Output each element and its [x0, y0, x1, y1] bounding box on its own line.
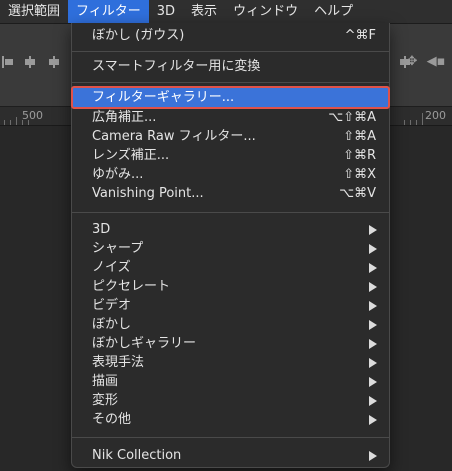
ruler-tick — [422, 113, 423, 125]
submenu-video[interactable]: ビデオ — [72, 296, 389, 315]
submenu-sharpen[interactable]: シャープ — [72, 239, 389, 258]
menu-item-liquify[interactable]: ゆがみ... ⇧⌘X — [72, 165, 389, 184]
menu-separator — [72, 437, 389, 438]
video-camera-icon[interactable]: ◀▪ — [427, 55, 446, 69]
menu-item-label: フィルターギャラリー... — [92, 90, 235, 105]
submenu-arrow-icon — [369, 396, 377, 406]
menu-item-label: ノイズ — [92, 260, 131, 275]
menu-item-label: レンズ補正... — [92, 148, 170, 163]
menu-item-shortcut: ⇧⌘X — [343, 167, 376, 182]
menu-view[interactable]: 表示 — [183, 0, 225, 23]
submenu-arrow-icon — [369, 320, 377, 330]
submenu-blur[interactable]: ぼかし — [72, 315, 389, 334]
menu-item-shortcut: ⇧⌘A — [343, 129, 376, 144]
submenu-arrow-icon — [369, 415, 377, 425]
menu-item-label: Nik Collection — [92, 448, 182, 463]
menu-window[interactable]: ウィンドウ — [225, 0, 306, 23]
submenu-3d[interactable]: 3D — [72, 220, 389, 239]
ruler-label-500: 500 — [22, 109, 43, 122]
submenu-nik-collection[interactable]: Nik Collection — [72, 446, 389, 465]
menu-help[interactable]: ヘルプ — [306, 0, 361, 23]
menu-item-label: ぼかし — [92, 317, 132, 332]
menu-item-label: スマートフィルター用に変換 — [92, 59, 261, 74]
menu-item-label: ぼかし (ガウス) — [92, 28, 185, 43]
submenu-pixelate[interactable]: ピクセレート — [72, 277, 389, 296]
ruler-tick — [410, 120, 411, 125]
submenu-stylize[interactable]: 表現手法 — [72, 353, 389, 372]
menu-item-vanishing-point[interactable]: Vanishing Point... ⌥⌘V — [72, 184, 389, 203]
menu-item-label: ゆがみ... — [92, 167, 144, 182]
ruler-tick — [16, 117, 17, 125]
menu-separator — [72, 82, 389, 83]
submenu-arrow-icon — [369, 377, 377, 387]
menu-item-label: ぼかしギャラリー — [92, 336, 197, 351]
photoshop-window: 選択範囲 フィルター 3D 表示 ウィンドウ ヘルプ ✥ ◀▪ 500 200 … — [0, 0, 452, 471]
ruler-tick — [4, 120, 5, 125]
menu-item-label: シャープ — [92, 241, 144, 256]
menu-item-label: Camera Raw フィルター... — [92, 129, 256, 144]
submenu-arrow-icon — [369, 451, 377, 461]
menu-item-lens-correction[interactable]: レンズ補正... ⇧⌘R — [72, 146, 389, 165]
menu-item-label: ピクセレート — [92, 279, 171, 294]
ruler-tick — [416, 120, 417, 125]
menu-item-label: 描画 — [92, 374, 119, 389]
menu-item-label: 広角補正... — [92, 110, 157, 125]
submenu-arrow-icon — [369, 263, 377, 273]
menu-item-last-filter[interactable]: ぼかし (ガウス) ^⌘F — [72, 26, 389, 45]
submenu-noise[interactable]: ノイズ — [72, 258, 389, 277]
menu-item-filter-gallery[interactable]: フィルターギャラリー... — [71, 86, 390, 109]
submenu-arrow-icon — [369, 225, 377, 235]
menu-item-label: ビデオ — [92, 298, 132, 313]
submenu-render[interactable]: 描画 — [72, 372, 389, 391]
menu-item-convert-smart-filter[interactable]: スマートフィルター用に変換 — [72, 57, 389, 76]
filter-menu-dropdown: ぼかし (ガウス) ^⌘F スマートフィルター用に変換 フィルターギャラリー..… — [71, 23, 390, 468]
menu-item-shortcut: ⌥⇧⌘A — [328, 110, 376, 125]
menu-item-label: Vanishing Point... — [92, 186, 204, 201]
align-center-icon[interactable] — [24, 55, 36, 69]
submenu-arrow-icon — [369, 358, 377, 368]
menu-select[interactable]: 選択範囲 — [0, 0, 68, 23]
align-right-icon[interactable] — [48, 55, 60, 69]
menu-item-shortcut: ⇧⌘R — [343, 148, 376, 163]
align-left-icon[interactable] — [2, 55, 14, 69]
menu-item-camera-raw[interactable]: Camera Raw フィルター... ⇧⌘A — [72, 127, 389, 146]
menu-item-label: 表現手法 — [92, 355, 145, 370]
menu-separator — [72, 51, 389, 52]
menu-item-label: その他 — [92, 412, 132, 427]
distribute-icon[interactable]: ✥ — [404, 55, 420, 69]
submenu-arrow-icon — [369, 244, 377, 254]
ruler-tick — [404, 120, 405, 125]
menu-separator — [72, 212, 389, 213]
menu-item-label: 変形 — [92, 393, 119, 408]
submenu-arrow-icon — [369, 339, 377, 349]
menu-bar: 選択範囲 フィルター 3D 表示 ウィンドウ ヘルプ — [0, 0, 452, 24]
menu-3d[interactable]: 3D — [149, 0, 183, 23]
menu-filter[interactable]: フィルター — [68, 0, 149, 23]
ruler-tick — [10, 120, 11, 125]
menu-item-shortcut: ^⌘F — [344, 28, 376, 43]
menu-item-adaptive-wide-angle[interactable]: 広角補正... ⌥⇧⌘A — [72, 108, 389, 127]
ruler-label-200: 200 — [425, 109, 446, 122]
submenu-distort[interactable]: 変形 — [72, 391, 389, 410]
menu-item-label: 3D — [92, 222, 111, 237]
submenu-arrow-icon — [369, 282, 377, 292]
submenu-arrow-icon — [369, 301, 377, 311]
submenu-blur-gallery[interactable]: ぼかしギャラリー — [72, 334, 389, 353]
menu-item-shortcut: ⌥⌘V — [339, 186, 376, 201]
submenu-other[interactable]: その他 — [72, 410, 389, 429]
